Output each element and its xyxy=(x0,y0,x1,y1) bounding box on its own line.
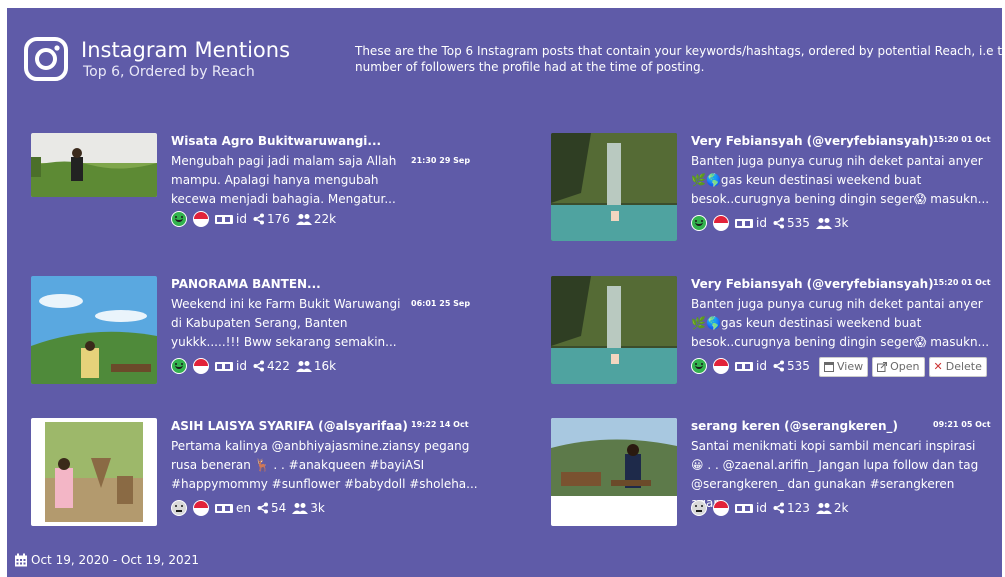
post-text: Pertama kalinya @anbhiyajasmine.ziansy p… xyxy=(171,439,478,491)
post-language: id xyxy=(756,359,767,373)
post-author[interactable]: serang keren (@serangkeren_) xyxy=(691,418,898,434)
post-timestamp: 19:22 14 Oct xyxy=(411,420,469,429)
post-thumbnail[interactable] xyxy=(551,133,677,241)
share-icon xyxy=(773,502,784,514)
delete-button[interactable]: ✕ Delete xyxy=(928,357,987,377)
language-icon xyxy=(735,361,753,371)
language-icon xyxy=(215,214,233,224)
post-metrics: id 535 xyxy=(691,358,810,374)
followers-icon xyxy=(815,503,832,514)
page-description: These are the Top 6 Instagram posts that… xyxy=(355,44,1002,74)
post-author[interactable]: PANORAMA BANTEN... xyxy=(171,276,321,292)
indonesia-flag-icon xyxy=(193,500,209,516)
post-followers: 3k xyxy=(833,216,849,230)
share-icon xyxy=(773,217,784,229)
indonesia-flag-icon xyxy=(713,215,729,231)
post-metrics: id 176 22k xyxy=(171,211,336,227)
post-author[interactable]: Very Febiansyah (@veryfebiansyah) xyxy=(691,276,934,292)
post-timestamp: 15:20 01 Oct xyxy=(933,278,991,287)
external-link-icon xyxy=(877,362,888,372)
positive-sentiment-icon xyxy=(691,215,707,231)
open-button[interactable]: Open xyxy=(872,357,925,377)
post-language: id xyxy=(756,216,767,230)
post-shares: 422 xyxy=(266,359,290,373)
neutral-sentiment-icon xyxy=(691,500,707,516)
positive-sentiment-icon xyxy=(171,358,187,374)
language-icon xyxy=(215,503,233,513)
post-followers: 2k xyxy=(833,501,849,515)
page-title: Instagram Mentions xyxy=(81,38,291,62)
window-icon xyxy=(824,362,834,372)
post-metrics: id 422 16k xyxy=(171,358,336,374)
post-shares: 54 xyxy=(271,501,287,515)
post-text: Banten juga punya curug nih deket pantai… xyxy=(691,154,990,206)
post-card[interactable]: Wisata Agro Bukitwaruwangi... 21:30 29 S… xyxy=(31,133,501,258)
post-card[interactable]: ASIH LAISYA SYARIFA (@alsyarifaa) 19:22 … xyxy=(31,418,501,543)
positive-sentiment-icon xyxy=(171,211,187,227)
post-followers: 22k xyxy=(313,212,337,226)
open-button-label: Open xyxy=(890,360,920,373)
post-metrics: id 123 2k xyxy=(691,500,848,516)
share-icon xyxy=(253,360,264,372)
view-button-label: View xyxy=(837,360,864,373)
post-author[interactable]: Very Febiansyah (@veryfebiansyah) xyxy=(691,133,934,149)
followers-icon xyxy=(815,218,832,229)
post-language: en xyxy=(236,501,251,515)
post-actions: View Open ✕ Delete xyxy=(819,357,987,377)
followers-icon xyxy=(292,503,309,514)
indonesia-flag-icon xyxy=(713,358,729,374)
post-thumbnail[interactable] xyxy=(31,418,157,526)
calendar-icon xyxy=(15,553,27,567)
post-shares: 123 xyxy=(786,501,810,515)
language-icon xyxy=(215,361,233,371)
language-icon xyxy=(735,503,753,513)
post-thumbnail[interactable] xyxy=(551,276,677,384)
date-range: Oct 19, 2020 - Oct 19, 2021 xyxy=(14,553,199,567)
view-button[interactable]: View xyxy=(819,357,869,377)
post-thumbnail[interactable] xyxy=(31,133,157,197)
indonesia-flag-icon xyxy=(193,358,209,374)
post-language: id xyxy=(756,501,767,515)
post-shares: 535 xyxy=(786,359,810,373)
delete-button-label: Delete xyxy=(945,360,982,373)
instagram-icon xyxy=(24,37,68,81)
post-followers: 16k xyxy=(313,359,337,373)
post-author[interactable]: Wisata Agro Bukitwaruwangi... xyxy=(171,133,381,149)
post-shares: 535 xyxy=(786,216,810,230)
post-text: Weekend ini ke Farm Bukit Waruwangi di K… xyxy=(171,297,401,349)
share-icon xyxy=(253,213,264,225)
post-author[interactable]: ASIH LAISYA SYARIFA (@alsyarifaa) xyxy=(171,418,408,434)
share-icon xyxy=(257,502,268,514)
post-language: id xyxy=(236,359,247,373)
neutral-sentiment-icon xyxy=(171,500,187,516)
post-timestamp: 15:20 01 Oct xyxy=(933,135,991,144)
post-language: id xyxy=(236,212,247,226)
post-card[interactable]: Very Febiansyah (@veryfebiansyah) 15:20 … xyxy=(551,133,1002,258)
followers-icon xyxy=(295,214,312,225)
date-range-text: Oct 19, 2020 - Oct 19, 2021 xyxy=(31,553,199,567)
post-text: Banten juga punya curug nih deket pantai… xyxy=(691,297,990,349)
post-followers: 3k xyxy=(310,501,325,515)
post-card[interactable]: Very Febiansyah (@veryfebiansyah) 15:20 … xyxy=(551,276,1002,401)
post-timestamp: 21:30 29 Sep xyxy=(411,156,471,165)
post-text: Mengubah pagi jadi malam saja Allah mamp… xyxy=(171,154,397,206)
post-thumbnail[interactable] xyxy=(31,276,157,384)
post-card[interactable]: PANORAMA BANTEN... 06:01 25 Sep Weekend … xyxy=(31,276,501,401)
post-metrics: en 54 3k xyxy=(171,500,325,516)
share-icon xyxy=(773,360,784,372)
post-metrics: id 535 3k xyxy=(691,215,848,231)
page-subtitle: Top 6, Ordered by Reach xyxy=(83,64,255,80)
indonesia-flag-icon xyxy=(193,211,209,227)
followers-icon xyxy=(295,361,312,372)
post-shares: 176 xyxy=(266,212,290,226)
instagram-mentions-panel: Instagram Mentions Top 6, Ordered by Rea… xyxy=(7,8,1002,577)
post-thumbnail[interactable] xyxy=(551,418,677,526)
post-timestamp: 09:21 05 Oct xyxy=(933,420,991,429)
post-timestamp: 06:01 25 Sep xyxy=(411,299,471,308)
close-icon: ✕ xyxy=(933,360,943,373)
language-icon xyxy=(735,218,753,228)
indonesia-flag-icon xyxy=(713,500,729,516)
positive-sentiment-icon xyxy=(691,358,707,374)
post-card[interactable]: serang keren (@serangkeren_) 09:21 05 Oc… xyxy=(551,418,1002,543)
